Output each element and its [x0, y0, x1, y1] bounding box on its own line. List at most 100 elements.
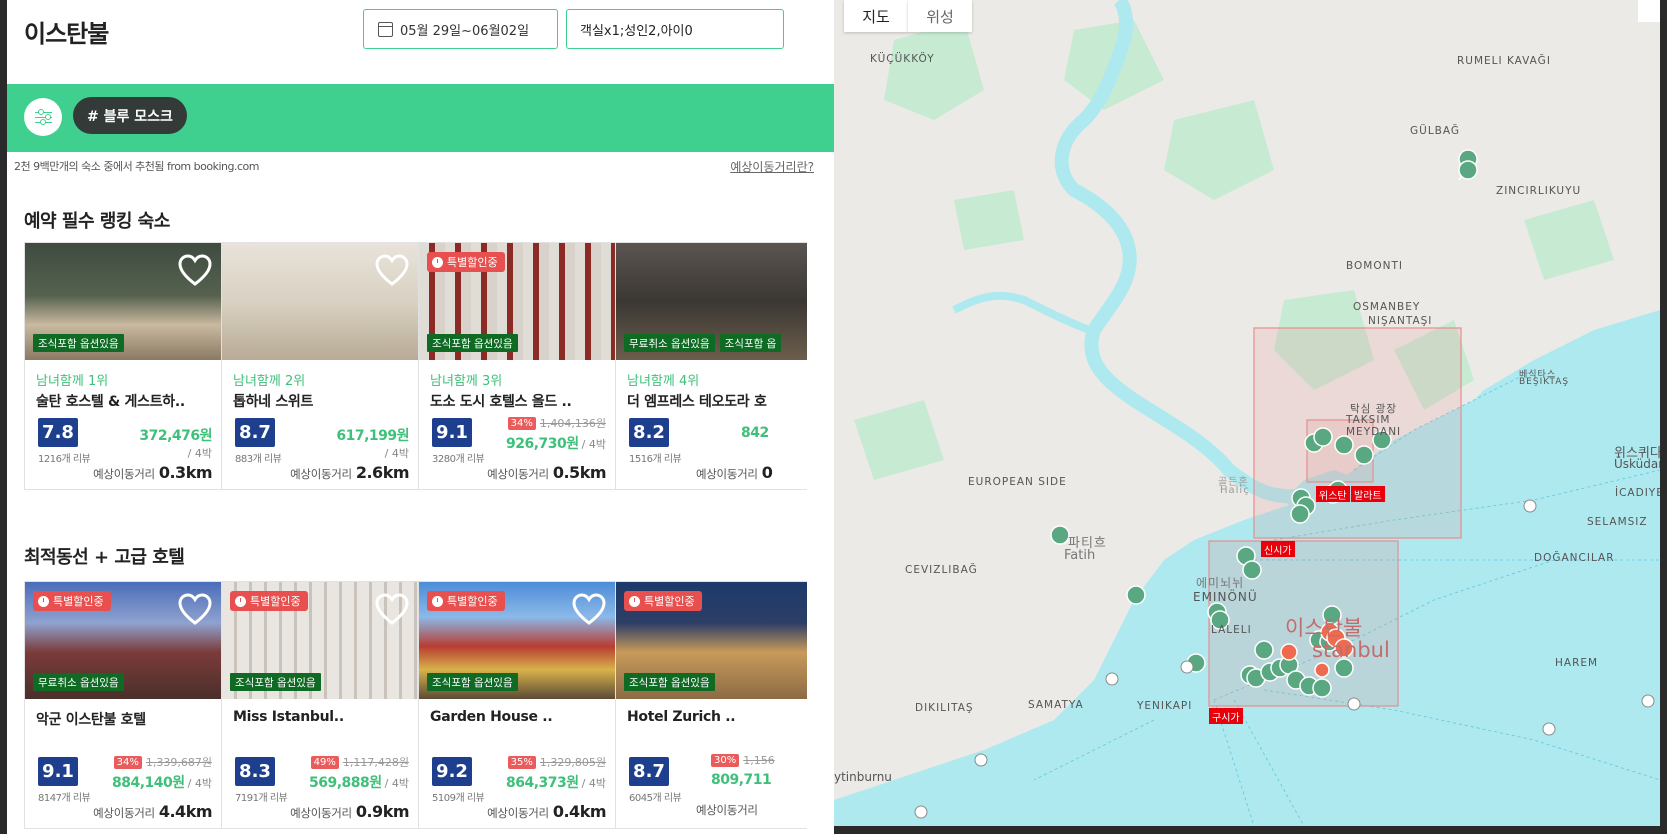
map-label: MEYDANI	[1346, 426, 1402, 438]
distance-label: 예상이동거리	[290, 806, 352, 820]
hotel-card[interactable]: 남녀함께 2위 톱하네 스위트 8.7 883개 리뷰 617,199원 / 4…	[221, 242, 419, 490]
hotel-photo	[222, 243, 418, 360]
fullscreen-icon[interactable]	[1638, 0, 1660, 22]
original-price: 1,156	[743, 754, 775, 767]
filter-button[interactable]	[24, 98, 62, 136]
distance-value: 0.5km	[552, 463, 607, 482]
distance-label: 예상이동거리	[93, 806, 155, 820]
nights: / 4박	[187, 777, 212, 790]
hotel-card[interactable]: 무료취소 옵션있음 조식포함 옵 남녀함께 4위 더 엠프레스 테오도라 호 8.…	[615, 242, 807, 490]
map-label: EUROPEAN SIDE	[968, 476, 1067, 488]
date-range-value: 05월 29일~06월02일	[400, 23, 530, 39]
zone-tag-old-town[interactable]: 구시가	[1209, 708, 1243, 724]
discount-percent: 34%	[507, 416, 536, 430]
distance-row: 예상이동거리 0.9km	[290, 802, 409, 821]
section-title-premium: 최적동선 + 고급 호텔	[24, 547, 185, 568]
distance-help-link[interactable]: 예상이동거리란?	[730, 158, 814, 175]
score-badge: 8.2	[629, 418, 669, 447]
distance-value: 2.6km	[355, 463, 410, 482]
date-range-picker[interactable]: 05월 29일~06월02일	[363, 9, 558, 49]
review-count: 1516개 리뷰	[629, 454, 682, 465]
filter-bar: # 블루 모스크	[7, 84, 834, 152]
hotel-name: Miss Istanbul..	[233, 709, 344, 725]
distance-row: 예상이동거리 2.6km	[290, 463, 409, 482]
map-label: GÜLBAĞ	[1410, 125, 1461, 137]
landmark-tag[interactable]: # 블루 모스크	[73, 97, 187, 134]
heart-icon[interactable]	[177, 592, 213, 628]
hotel-photo: 특별할인중 무료취소 옵션있음	[25, 582, 221, 699]
recommend-text: 2천 9백만개의 숙소 중에서 추천됨 from booking.com	[14, 160, 259, 173]
discount-percent: 34%	[113, 755, 142, 769]
price: 617,199원	[336, 428, 409, 444]
free-cancel-badge: 무료취소 옵션있음	[624, 334, 715, 352]
price-row: 884,140원/ 4박	[112, 772, 212, 792]
section-title-ranking: 예약 필수 랭킹 숙소	[24, 211, 170, 232]
price-row: 926,730원/ 4박	[506, 433, 606, 453]
hotel-card[interactable]: 특별할인중 무료취소 옵션있음 악군 이스탄불 호텔 9.1 8147개 리뷰 …	[24, 581, 222, 829]
tab-map[interactable]: 지도	[844, 0, 908, 32]
room-guest-value: 객실x1;성인2,아이0	[580, 23, 693, 39]
breakfast-badge: 조식포함 옵션있음	[427, 334, 518, 352]
price-row: 372,476원	[139, 425, 212, 445]
review-count: 6045개 리뷰	[629, 793, 682, 804]
free-cancel-badge: 무료취소 옵션있음	[33, 673, 124, 691]
map-label: İCADIYE	[1615, 487, 1660, 499]
room-guest-selector[interactable]: 객실x1;성인2,아이0	[566, 9, 784, 49]
rank-label: 남녀함께 1위	[36, 374, 109, 389]
hotel-name: Garden House ..	[430, 709, 553, 725]
price-row: 809,711	[711, 772, 772, 788]
hotel-photo: 특별할인중 조식포함 옵션있음	[616, 582, 807, 699]
map-label: DOĞANCILAR	[1534, 552, 1615, 564]
special-discount-badge: 특별할인중	[427, 591, 505, 611]
price: 372,476원	[139, 428, 212, 444]
map-label: HAREM	[1555, 657, 1599, 669]
distance-row: 예상이동거리 0	[696, 463, 773, 482]
score-badge: 9.2	[432, 757, 472, 786]
map-label: EMINÖNÜ	[1193, 590, 1258, 604]
map-label: TAKSIM	[1346, 414, 1391, 426]
heart-icon[interactable]	[571, 592, 607, 628]
price-row: 569,888원/ 4박	[309, 772, 409, 792]
clock-icon	[432, 256, 443, 268]
map-label: ytinburnu	[834, 770, 892, 784]
review-count: 1216개 리뷰	[38, 454, 91, 465]
discount-percent: 35%	[507, 755, 536, 769]
hotel-photo: 특별할인중 조식포함 옵션있음	[419, 582, 615, 699]
map-label: ZINCIRLIKUYU	[1496, 185, 1582, 197]
review-count: 5109개 리뷰	[432, 793, 485, 804]
map-label: RUMELI KAVAĞI	[1457, 55, 1551, 67]
distance-value: 0.9km	[355, 802, 410, 821]
heart-icon[interactable]	[177, 253, 213, 289]
distance-row: 예상이동거리 0.5km	[487, 463, 606, 482]
map-label: SELAMSIZ	[1587, 516, 1648, 528]
price-row: 617,199원	[336, 425, 409, 445]
map-label: Haliç	[1220, 485, 1250, 496]
hotel-name: 술탄 호스텔 & 게스트하..	[36, 394, 185, 410]
distance-value: 0.4km	[552, 802, 607, 821]
city-title: 이스탄불	[24, 20, 109, 48]
distance-row: 예상이동거리 0.4km	[487, 802, 606, 821]
special-discount-badge: 특별할인중	[427, 252, 505, 272]
special-discount-badge: 특별할인중	[33, 591, 111, 611]
hotel-card[interactable]: 특별할인중 조식포함 옵션있음 Garden House .. 9.2 5109…	[418, 581, 616, 829]
heart-icon[interactable]	[374, 253, 410, 289]
heart-icon[interactable]	[374, 592, 410, 628]
hotel-card[interactable]: 특별할인중 조식포함 옵션있음 Hotel Zurich .. 8.7 6045…	[615, 581, 807, 829]
hotel-card[interactable]: 특별할인중 조식포함 옵션있음 남녀함께 3위 도소 도시 호텔스 올드 .. …	[418, 242, 616, 490]
hotel-card[interactable]: 특별할인중 조식포함 옵션있음 Miss Istanbul.. 8.3 7191…	[221, 581, 419, 829]
map-label: SAMATYA	[1028, 699, 1084, 711]
map-view[interactable]: 지도 위성 KÜÇÜKKÖY RUMELI KAVAĞI GÜLBAĞ ZINC…	[834, 0, 1660, 826]
discount-percent: 30%	[711, 754, 740, 767]
ranking-cards-row: 조식포함 옵션있음 남녀함께 1위 술탄 호스텔 & 게스트하.. 7.8 12…	[24, 242, 807, 492]
hotel-name: Hotel Zurich ..	[627, 709, 736, 725]
map-label: Üsküdar	[1614, 457, 1660, 471]
zone-tag-istan[interactable]: 위스탄	[1316, 486, 1350, 502]
tab-satellite[interactable]: 위성	[908, 0, 972, 32]
zone-tag-balat[interactable]: 발라트	[1351, 486, 1385, 502]
score-badge: 9.1	[38, 757, 78, 786]
breakfast-badge: 조식포함 옵션있음	[624, 673, 715, 691]
hotel-card[interactable]: 조식포함 옵션있음 남녀함께 1위 술탄 호스텔 & 게스트하.. 7.8 12…	[24, 242, 222, 490]
map-label: KÜÇÜKKÖY	[870, 53, 935, 65]
score-badge: 8.7	[235, 418, 275, 447]
zone-tag-new-town[interactable]: 신시가	[1261, 541, 1295, 557]
